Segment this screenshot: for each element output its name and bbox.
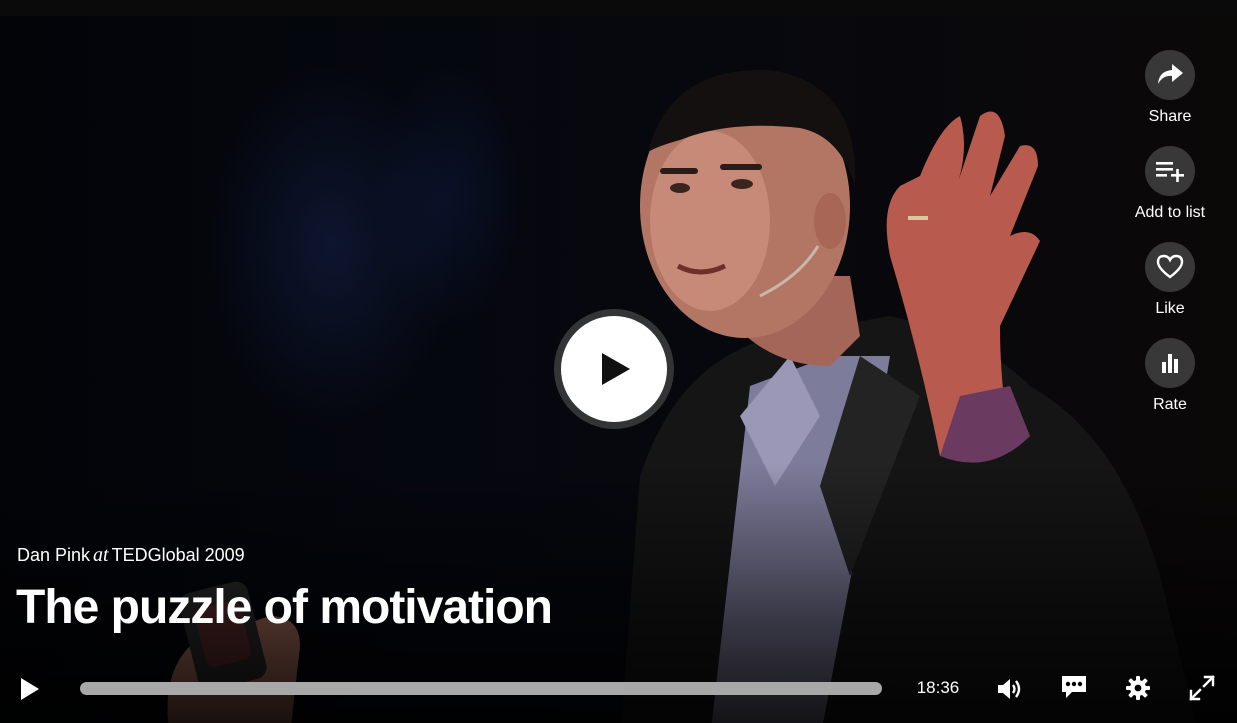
progress-bar[interactable]	[80, 682, 882, 695]
volume-icon	[998, 679, 1021, 699]
like-label: Like	[1155, 300, 1185, 317]
subtitles-button[interactable]	[1057, 670, 1091, 704]
talk-meta: Dan Pink at TEDGlobal 2009	[17, 544, 245, 566]
heart-icon	[1156, 254, 1184, 279]
talk-title: The puzzle of motivation	[16, 581, 553, 634]
big-play-button[interactable]	[554, 309, 674, 429]
share-icon	[1158, 64, 1183, 84]
play-icon	[602, 353, 630, 385]
share-icon-circle	[1145, 50, 1195, 100]
control-bar: 18:36	[0, 660, 1237, 716]
playlist-add-icon	[1156, 162, 1184, 182]
fullscreen-button[interactable]	[1185, 671, 1219, 705]
event-name[interactable]: TEDGlobal 2009	[112, 545, 245, 565]
settings-button[interactable]	[1121, 671, 1155, 705]
add-to-list-label: Add to list	[1134, 204, 1206, 221]
rate-button[interactable]: Rate	[1120, 338, 1220, 434]
rate-icon-circle	[1145, 338, 1195, 388]
video-player: Share Add to list Like Rate Dan Pink at …	[0, 0, 1237, 723]
add-to-list-icon-circle	[1145, 146, 1195, 196]
fullscreen-icon	[1189, 675, 1215, 701]
share-button[interactable]: Share	[1120, 50, 1220, 146]
top-strip	[0, 0, 1237, 16]
big-play-disc	[561, 316, 667, 422]
speaker-name[interactable]: Dan Pink	[17, 545, 90, 565]
share-label: Share	[1148, 108, 1192, 125]
play-button[interactable]	[12, 672, 46, 706]
action-rail: Share Add to list Like Rate	[1120, 50, 1220, 434]
at-separator: at	[93, 544, 109, 566]
play-icon	[21, 678, 39, 700]
like-button[interactable]: Like	[1120, 242, 1220, 338]
volume-button[interactable]	[993, 672, 1027, 706]
rate-label: Rate	[1153, 396, 1187, 413]
bar-chart-icon	[1162, 354, 1178, 373]
subtitles-icon	[1062, 676, 1086, 698]
like-icon-circle	[1145, 242, 1195, 292]
add-to-list-button[interactable]: Add to list	[1120, 146, 1220, 242]
duration-label: 18:36	[916, 678, 960, 697]
gear-icon	[1126, 676, 1150, 700]
